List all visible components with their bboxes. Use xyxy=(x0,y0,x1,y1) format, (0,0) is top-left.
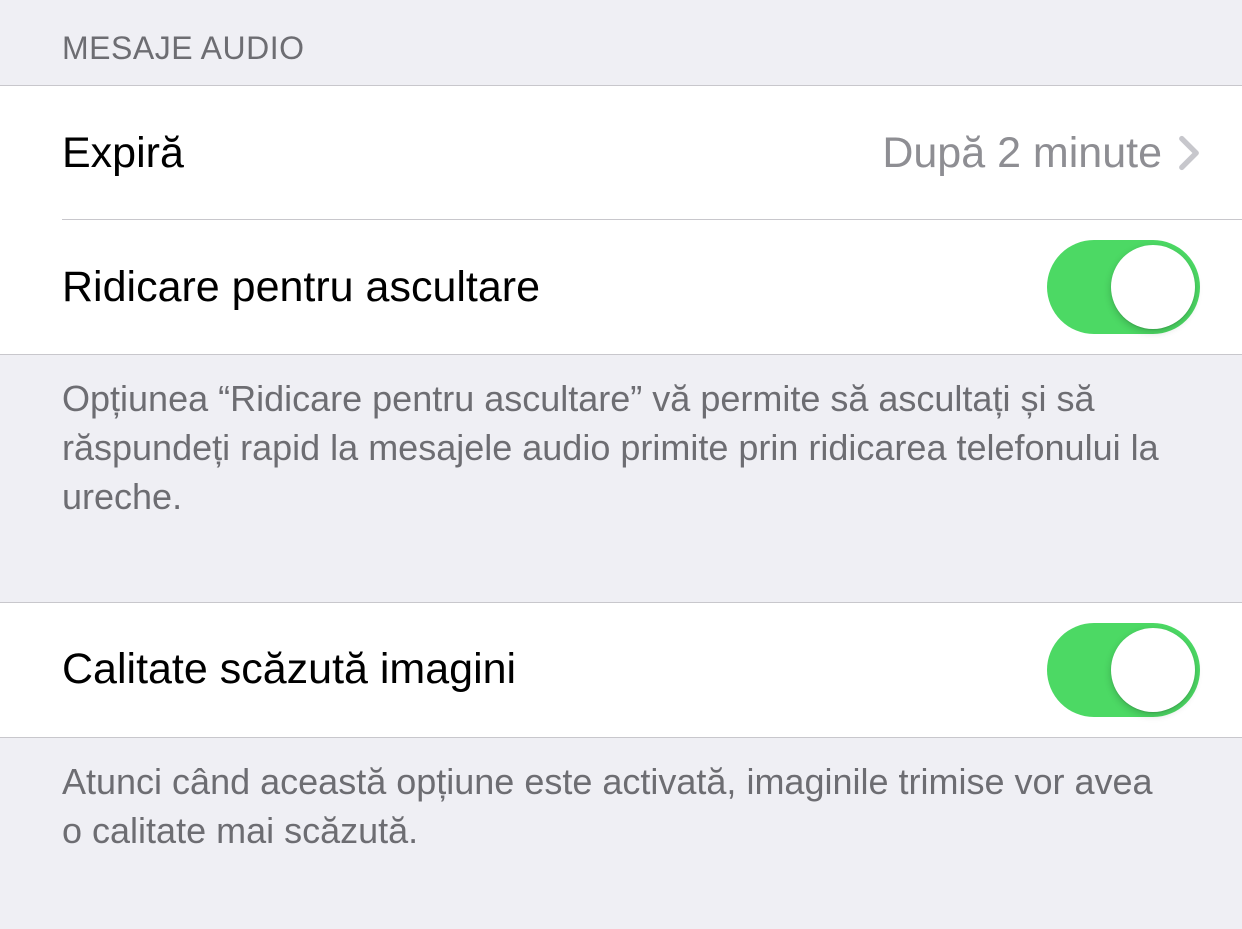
expire-row[interactable]: Expiră După 2 minute xyxy=(0,86,1242,220)
chevron-right-icon xyxy=(1178,135,1200,171)
expire-label: Expiră xyxy=(62,129,184,178)
settings-group-audio: Expiră După 2 minute Ridicare pentru asc… xyxy=(0,85,1242,355)
section-footer-images: Atunci când această opțiune este activat… xyxy=(0,738,1242,892)
low-quality-label: Calitate scăzută imagini xyxy=(62,645,516,694)
expire-value: După 2 minute xyxy=(882,129,1162,178)
expire-value-wrap: După 2 minute xyxy=(882,129,1200,178)
settings-group-images: Calitate scăzută imagini xyxy=(0,602,1242,738)
raise-to-listen-row: Ridicare pentru ascultare xyxy=(0,220,1242,354)
section-header-audio: Mesaje audio xyxy=(0,0,1242,85)
low-quality-row: Calitate scăzută imagini xyxy=(0,603,1242,737)
toggle-knob xyxy=(1111,245,1195,329)
toggle-knob xyxy=(1111,628,1195,712)
low-quality-toggle[interactable] xyxy=(1047,623,1200,717)
raise-to-listen-label: Ridicare pentru ascultare xyxy=(62,263,540,312)
spacer xyxy=(0,558,1242,602)
section-footer-audio: Opțiunea “Ridicare pentru ascultare” vă … xyxy=(0,355,1242,558)
raise-to-listen-toggle[interactable] xyxy=(1047,240,1200,334)
